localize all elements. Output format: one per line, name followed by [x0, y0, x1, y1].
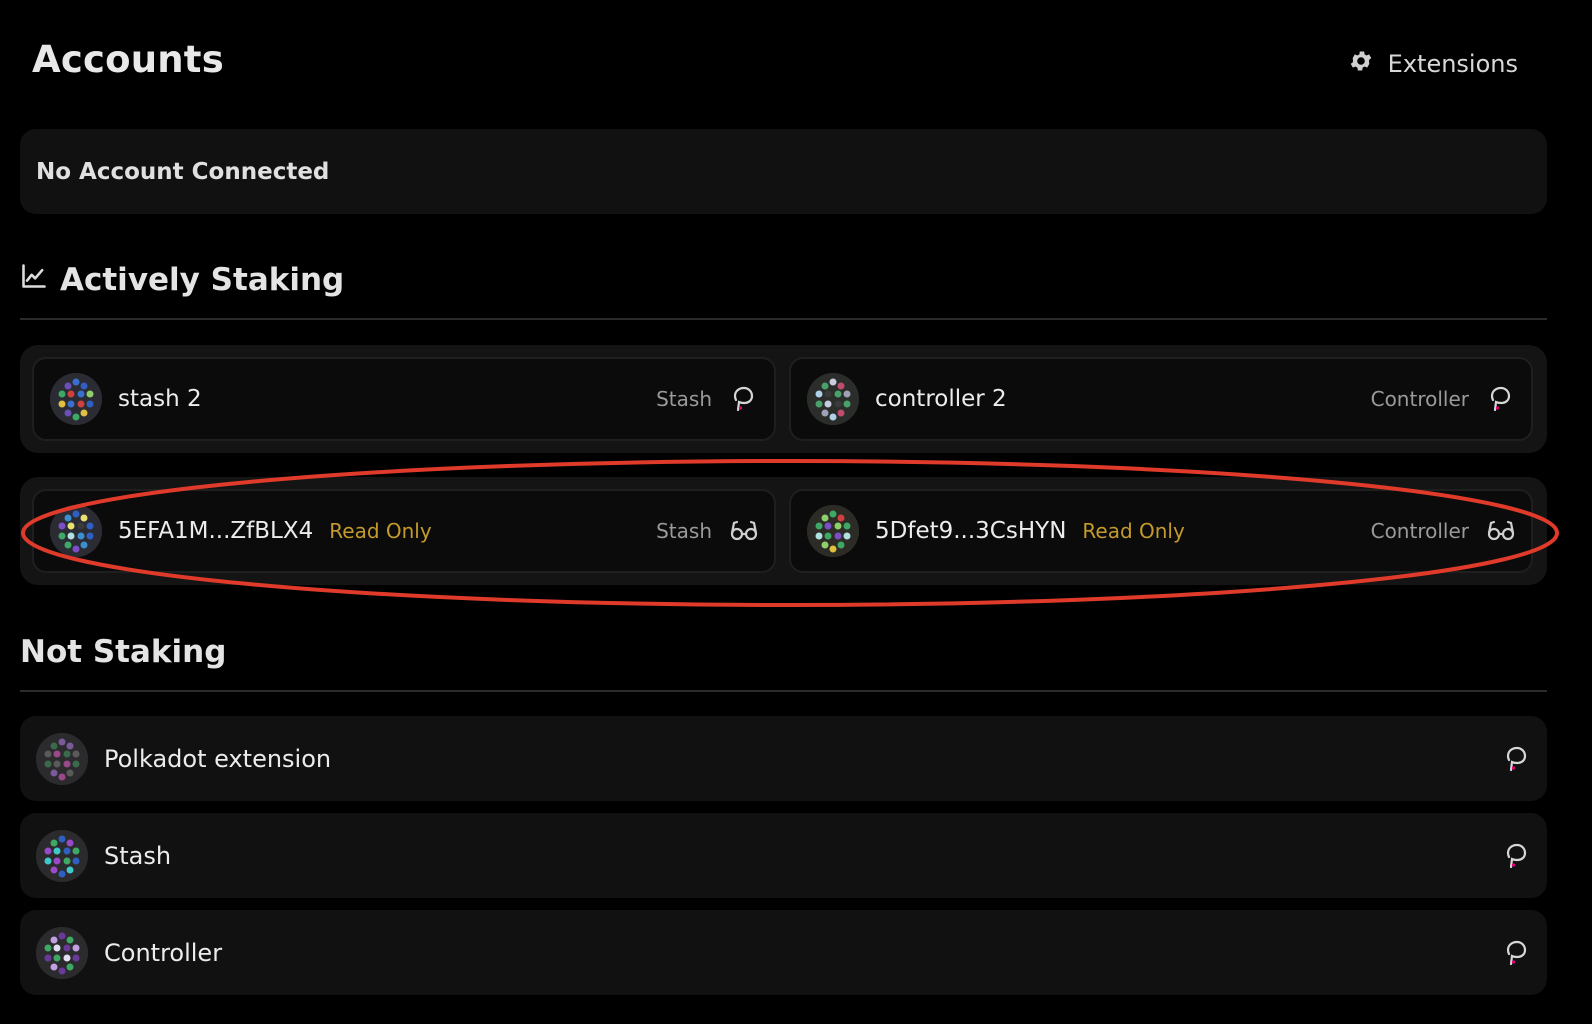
account-list-item[interactable]: Controller: [20, 910, 1547, 995]
account-list-item[interactable]: Polkadot extension: [20, 716, 1547, 801]
staking-pair-group: 5EFA1M...ZfBLX4 Read Only Stash 5Dfet9..…: [20, 477, 1547, 585]
identicon-avatar: [50, 505, 102, 557]
glasses-icon: [1487, 517, 1515, 545]
section-divider: [20, 690, 1547, 692]
account-name: Polkadot extension: [104, 744, 332, 773]
identicon-avatar: [50, 373, 102, 425]
polkadot-icon: [730, 385, 758, 413]
read-only-badge: Read Only: [1082, 519, 1185, 543]
account-role: Stash: [656, 387, 712, 411]
extensions-label: Extensions: [1387, 50, 1518, 78]
identicon-avatar: [36, 829, 88, 882]
read-only-badge: Read Only: [329, 519, 432, 543]
polkadot-icon: [1487, 385, 1515, 413]
account-name: stash 2: [118, 386, 202, 412]
account-name: Controller: [104, 938, 223, 967]
extensions-button[interactable]: Extensions: [1348, 48, 1518, 80]
account-address: 5Dfet9...3CsHYN: [875, 518, 1067, 544]
not-staking-heading: Not Staking: [20, 634, 1547, 670]
chart-line-icon: [20, 262, 48, 298]
controller-account-card[interactable]: 5Dfet9...3CsHYN Read Only Controller: [789, 489, 1533, 573]
stash-account-card[interactable]: stash 2 Stash: [32, 357, 776, 441]
polkadot-icon: [1503, 842, 1531, 870]
account-list-item[interactable]: Stash: [20, 813, 1547, 898]
account-name: Stash: [104, 841, 172, 870]
controller-account-card[interactable]: controller 2 Controller: [789, 357, 1533, 441]
account-role: Controller: [1370, 387, 1469, 411]
account-role: Stash: [656, 519, 712, 543]
glasses-icon: [730, 517, 758, 545]
polkadot-icon: [1503, 745, 1531, 773]
stash-account-card[interactable]: 5EFA1M...ZfBLX4 Read Only Stash: [32, 489, 776, 573]
not-staking-label: Not Staking: [20, 634, 227, 670]
account-name: controller 2: [875, 386, 1007, 412]
gear-icon: [1348, 48, 1374, 80]
section-divider: [20, 318, 1547, 320]
account-role: Controller: [1370, 519, 1469, 543]
actively-staking-heading: Actively Staking: [20, 262, 1547, 298]
account-address: 5EFA1M...ZfBLX4: [118, 518, 314, 544]
accounts-header: Accounts Extensions: [0, 0, 1568, 120]
identicon-avatar: [807, 505, 859, 557]
staking-pair-group: stash 2 Stash controller 2 Controller: [20, 345, 1547, 453]
accounts-page: Accounts Extensions No Account Connected…: [0, 0, 1592, 1024]
actively-staking-label: Actively Staking: [60, 262, 345, 298]
connection-status: No Account Connected: [20, 129, 1547, 214]
page-title: Accounts: [32, 38, 224, 81]
identicon-avatar: [807, 373, 859, 425]
identicon-avatar: [36, 926, 88, 979]
polkadot-icon: [1503, 939, 1531, 967]
identicon-avatar: [36, 732, 88, 785]
